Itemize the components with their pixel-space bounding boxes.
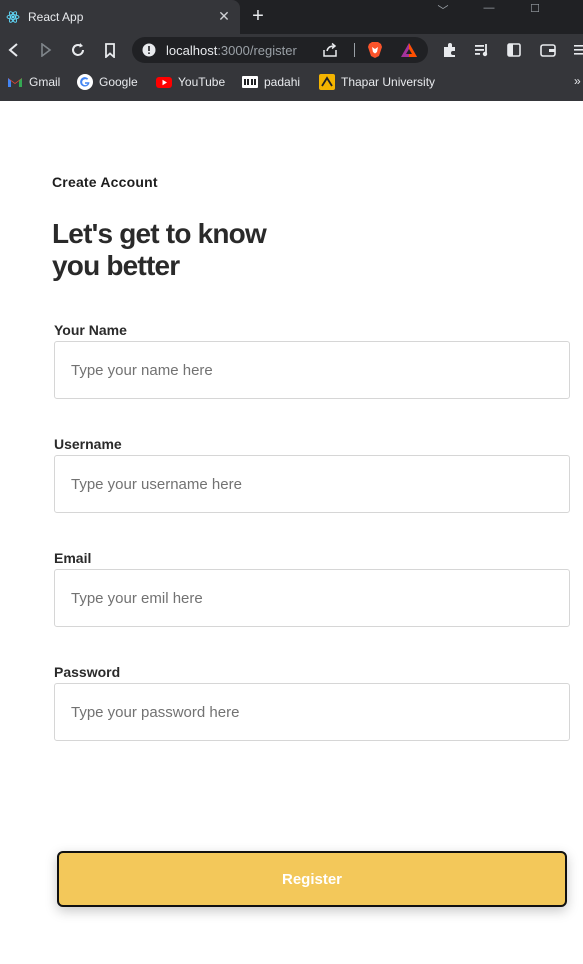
bookmark-label: Thapar University [341, 75, 436, 89]
username-input[interactable] [54, 455, 570, 513]
address-bar[interactable]: localhost:3000/register [132, 37, 428, 63]
bookmarks-overflow-icon[interactable]: » [574, 74, 581, 88]
bookmarks-bar: Gmail Google YouTube padahi Thapar Unive… [0, 66, 583, 98]
tab-close-icon[interactable]: ✕ [216, 8, 232, 24]
address-divider [354, 43, 355, 57]
bookmark-gmail[interactable]: Gmail [7, 74, 60, 90]
page-title: Let's get to know you better [52, 218, 312, 282]
address-path: :3000/register [217, 43, 297, 58]
brave-rewards-icon[interactable] [400, 42, 418, 58]
share-icon[interactable] [322, 42, 338, 58]
password-input[interactable] [54, 683, 570, 741]
address-text[interactable]: localhost:3000/register [166, 43, 297, 58]
bookmark-icon[interactable] [100, 40, 120, 60]
bookmark-label: Google [99, 75, 138, 89]
bookmark-label: padahi [264, 75, 301, 89]
name-input[interactable] [54, 341, 570, 399]
menu-icon[interactable] [570, 40, 583, 60]
email-label: Email [54, 550, 92, 566]
brave-shields-icon[interactable] [366, 41, 384, 59]
bookmark-label: Gmail [29, 75, 61, 89]
bookmark-padahi[interactable]: padahi [242, 74, 300, 90]
browser-toolbar: localhost:3000/register [0, 34, 583, 66]
address-host: localhost [166, 43, 218, 58]
padahi-icon [242, 74, 258, 90]
tab-title: React App [28, 10, 84, 24]
extensions-icon[interactable] [440, 40, 460, 60]
maximize-icon[interactable]: ☐ [524, 2, 546, 16]
tab-search-icon[interactable]: ﹀ [432, 2, 454, 17]
tab-strip: React App ✕ + ﹀ — ☐ [0, 0, 583, 34]
page-title-line-2: you better [52, 250, 180, 281]
register-button[interactable]: Register [57, 851, 567, 907]
forward-icon[interactable] [36, 40, 56, 60]
browser-chrome: React App ✕ + ﹀ — ☐ localhost:3000/regis… [0, 0, 583, 101]
bookmark-thapar[interactable]: Thapar University [319, 74, 435, 90]
email-input[interactable] [54, 569, 570, 627]
reload-icon[interactable] [68, 40, 88, 60]
site-info-icon[interactable] [142, 43, 156, 57]
wallet-icon[interactable] [538, 40, 558, 60]
sidebar-icon[interactable] [504, 40, 524, 60]
minimize-icon[interactable]: — [478, 2, 500, 16]
name-label: Your Name [54, 322, 127, 338]
new-tab-button[interactable]: + [248, 6, 268, 26]
register-page: Create Account Let's get to know you bet… [0, 101, 583, 964]
back-icon[interactable] [4, 40, 24, 60]
bookmark-youtube[interactable]: YouTube [156, 74, 225, 90]
bookmark-google[interactable]: Google [77, 74, 138, 90]
username-label: Username [54, 436, 122, 452]
gmail-icon [7, 74, 23, 90]
page-title-line-1: Let's get to know [52, 218, 267, 249]
password-label: Password [54, 664, 121, 680]
google-icon [77, 74, 93, 90]
react-icon [6, 10, 20, 24]
create-account-label: Create Account [52, 174, 158, 190]
tab-react-app[interactable]: React App ✕ [0, 0, 240, 34]
youtube-icon [156, 74, 172, 90]
bookmark-label: YouTube [178, 75, 226, 89]
thapar-icon [319, 74, 335, 90]
media-controls-icon[interactable] [472, 40, 492, 60]
